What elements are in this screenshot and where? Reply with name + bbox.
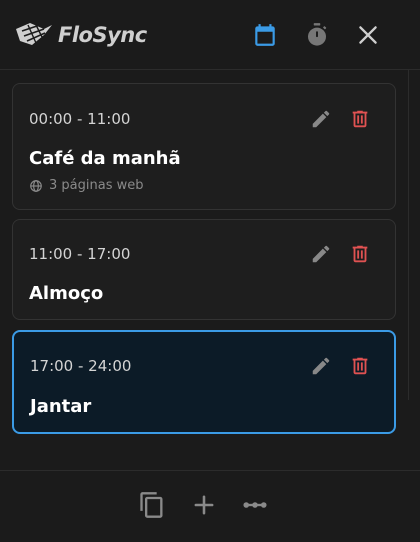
copy-icon: [140, 492, 163, 518]
timer-button[interactable]: [304, 22, 330, 48]
add-button[interactable]: [190, 491, 218, 519]
pencil-icon: [312, 110, 330, 128]
stopwatch-icon: [308, 23, 327, 46]
calendar-button[interactable]: [252, 22, 278, 48]
slot-title: Café da manhã: [29, 148, 181, 169]
slot-time: 11:00 - 17:00: [29, 245, 131, 263]
slot-title: Almoço: [29, 283, 104, 304]
slot-subtitle: 3 páginas web: [49, 178, 144, 193]
calendar-icon: [255, 24, 275, 46]
trash-icon: [352, 110, 368, 128]
time-slot-card[interactable]: 11:00 - 17:00 Almoço: [12, 219, 396, 320]
delete-button[interactable]: [349, 243, 371, 265]
close-button[interactable]: [355, 22, 381, 48]
close-icon: [359, 26, 377, 44]
delete-button[interactable]: [349, 108, 371, 130]
more-button[interactable]: [241, 491, 269, 519]
trash-icon: [352, 245, 368, 263]
time-slot-card-selected[interactable]: 17:00 - 24:00 Jantar: [12, 330, 396, 434]
copy-button[interactable]: [138, 491, 166, 519]
flosync-logo-icon: [16, 23, 52, 45]
edit-button[interactable]: [310, 243, 332, 265]
more-icon: [243, 502, 267, 508]
trash-icon: [352, 357, 368, 375]
pencil-icon: [312, 245, 330, 263]
slot-title: Jantar: [30, 396, 92, 417]
header-bar: FloSync: [0, 0, 420, 70]
brand-name: FloSync: [58, 23, 147, 47]
pencil-icon: [312, 357, 330, 375]
globe-icon: [30, 179, 42, 192]
slot-time: 17:00 - 24:00: [30, 357, 132, 375]
plus-icon: [194, 495, 214, 515]
time-slot-card[interactable]: 00:00 - 11:00 Café da manhã 3 páginas we…: [12, 83, 396, 210]
brand-logo: FloSync: [14, 18, 147, 52]
footer-toolbar: [0, 470, 420, 542]
slot-web-pages: 3 páginas web: [29, 178, 143, 193]
panel-divider: [408, 70, 409, 400]
edit-button[interactable]: [310, 108, 332, 130]
edit-button[interactable]: [310, 355, 332, 377]
slot-time: 00:00 - 11:00: [29, 110, 131, 128]
delete-button[interactable]: [349, 355, 371, 377]
